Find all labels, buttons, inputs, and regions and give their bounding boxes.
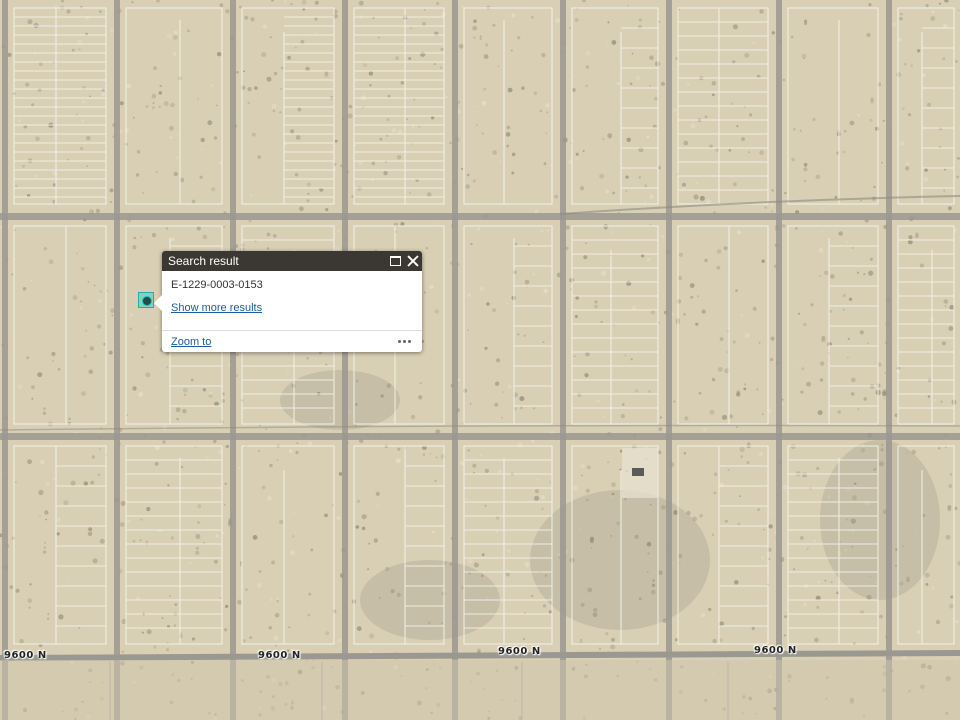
popup-title: Search result	[168, 254, 239, 268]
aerial-parcel-map[interactable]	[0, 0, 960, 720]
popup-pointer	[154, 295, 162, 311]
ellipsis-icon[interactable]	[396, 338, 413, 345]
show-more-results-link[interactable]: Show more results	[171, 302, 413, 314]
map-view[interactable]: 9600 N 9600 N 9600 N 9600 N	[0, 0, 960, 720]
road-label-9600n: 9600 N	[754, 645, 797, 656]
close-icon	[407, 255, 419, 267]
location-pin-icon	[142, 296, 152, 306]
road-label-9600n: 9600 N	[4, 650, 47, 661]
popup-header: Search result	[162, 251, 422, 271]
close-button[interactable]	[404, 251, 422, 271]
zoom-to-link[interactable]: Zoom to	[171, 336, 396, 348]
popup-body: E-1229-0003-0153 Show more results	[162, 271, 422, 314]
road-label-9600n: 9600 N	[498, 646, 541, 657]
popup-footer: Zoom to	[162, 330, 422, 352]
maximize-icon	[389, 256, 401, 266]
maximize-button[interactable]	[386, 251, 404, 271]
road-label-9600n: 9600 N	[258, 650, 301, 661]
result-parcel-id: E-1229-0003-0153	[171, 279, 263, 291]
search-result-popup: Search result E-1229-0003-0153 Show more…	[154, 251, 422, 352]
selected-parcel-marker[interactable]	[138, 292, 154, 308]
